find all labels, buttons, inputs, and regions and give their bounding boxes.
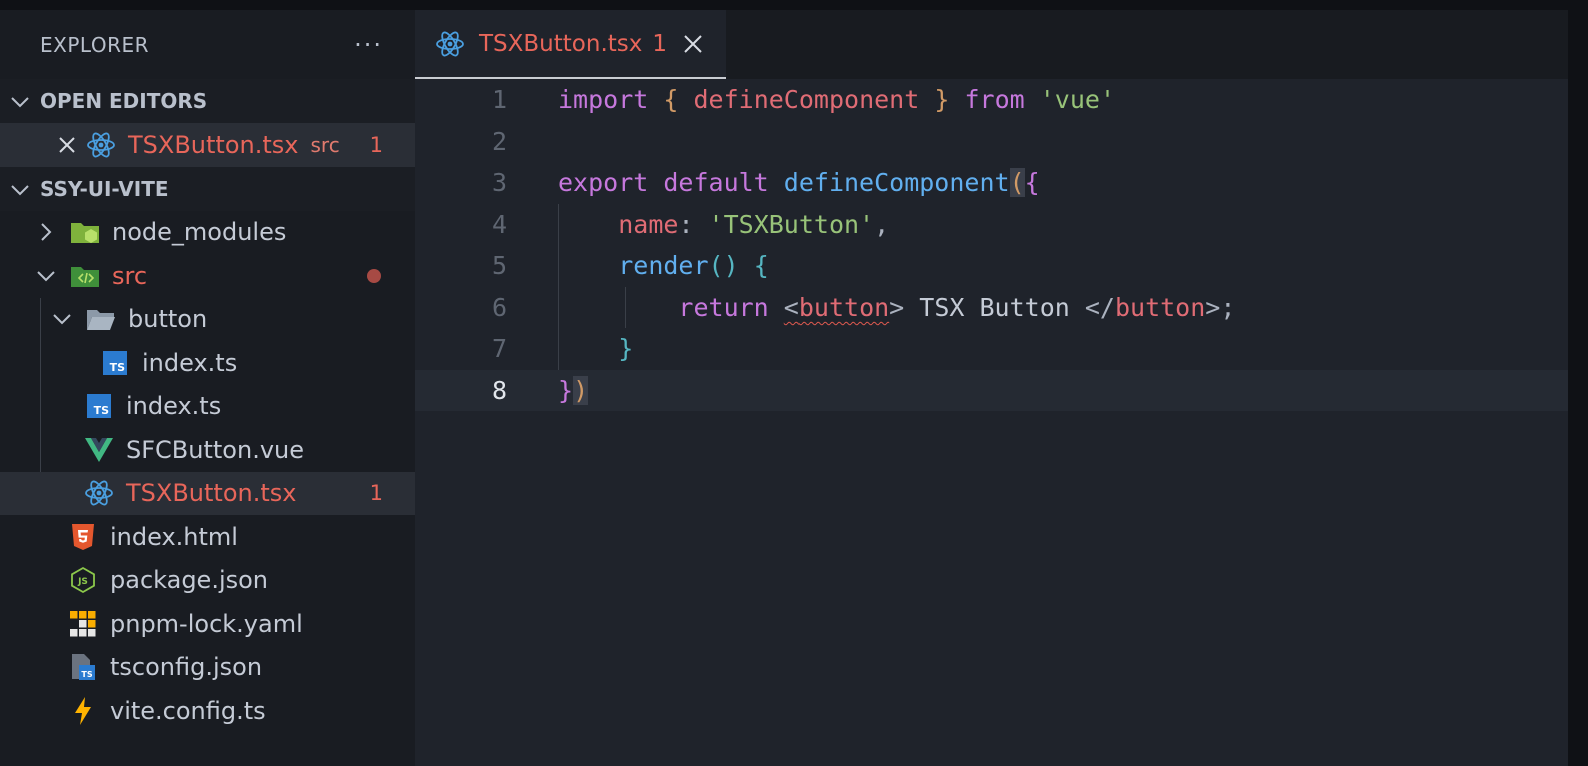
line-number: 1 <box>491 85 507 115</box>
line-number: 7 <box>491 334 507 364</box>
tree-item-label: index.html <box>110 522 238 551</box>
vue-icon <box>84 435 114 465</box>
tree-item-label: node_modules <box>112 218 287 247</box>
tree-item-label: SFCButton.vue <box>126 435 304 464</box>
src-children: button TS index.ts TS index.ts SFCButton… <box>0 297 415 515</box>
code-text: } <box>618 334 634 364</box>
line-number: 3 <box>491 168 507 198</box>
tree-item-index-ts[interactable]: TS index.ts <box>0 385 415 429</box>
vite-lightning-icon <box>68 696 98 726</box>
chevron-right-icon <box>32 222 60 242</box>
tree-item-package-json[interactable]: JS package.json <box>0 559 415 603</box>
tree-item-label: package.json <box>110 566 269 595</box>
tab-bar: TSXButton.tsx 1 <box>415 10 1568 79</box>
react-icon <box>84 478 114 508</box>
src-folder-icon <box>70 261 100 291</box>
code-line-5: 5 render() { <box>415 245 1568 287</box>
explorer-header: EXPLORER ··· <box>0 10 415 79</box>
react-icon <box>86 130 116 160</box>
open-folder-icon <box>86 304 116 334</box>
tree-item-pnpm-lock[interactable]: pnpm-lock.yaml <box>0 602 415 646</box>
project-label: SSY-UI-VITE <box>40 176 169 201</box>
tree-item-label: index.ts <box>126 392 222 421</box>
code-line-1: 1 import { defineComponent } from 'vue' <box>415 79 1568 121</box>
code-editor[interactable]: 1 import { defineComponent } from 'vue' … <box>415 79 1568 766</box>
tree-item-label: pnpm-lock.yaml <box>110 609 303 638</box>
code-text: import { defineComponent } from 'vue' <box>558 85 1116 115</box>
explorer-sidebar: EXPLORER ··· OPEN EDITORS TSXButton.tsx … <box>0 10 415 766</box>
chevron-down-icon <box>48 313 76 325</box>
problem-count-badge: 1 <box>369 132 383 157</box>
tree-item-label: TSXButton.tsx <box>126 479 297 508</box>
code-line-6: 6 return <button> TSX Button </button>; <box>415 287 1568 329</box>
open-editors-label: OPEN EDITORS <box>40 89 208 113</box>
tsconfig-icon: TS <box>68 652 98 682</box>
react-icon <box>435 29 465 59</box>
project-section-header[interactable]: SSY-UI-VITE <box>0 166 415 211</box>
line-number: 2 <box>491 126 507 156</box>
tree-item-button-folder[interactable]: button <box>0 298 415 342</box>
tree-item-label: src <box>112 261 148 290</box>
tree-item-tsxbutton-tsx[interactable]: TSXButton.tsx 1 <box>0 471 415 515</box>
html5-icon <box>68 522 98 552</box>
tree-item-vite-config[interactable]: vite.config.ts <box>0 689 415 733</box>
open-editor-folder: src <box>310 132 340 157</box>
tree-item-tsconfig-json[interactable]: TS tsconfig.json <box>0 646 415 690</box>
problem-count-badge: 1 <box>369 481 383 506</box>
vscode-window: EXPLORER ··· OPEN EDITORS TSXButton.tsx … <box>0 10 1568 766</box>
code-line-7: 7 } <box>415 328 1568 370</box>
svg-text:TS: TS <box>81 670 92 679</box>
code-text: return <button> TSX Button </button>; <box>678 292 1236 322</box>
line-number: 5 <box>491 251 507 281</box>
line-number: 4 <box>491 209 507 239</box>
code-line-4: 4 name: 'TSXButton', <box>415 204 1568 246</box>
code-line-8: 8 }) <box>415 369 1568 411</box>
pnpm-icon <box>68 609 98 639</box>
node-folder-icon <box>70 217 100 247</box>
svg-text:JS: JS <box>77 577 88 587</box>
tree-item-index-html[interactable]: index.html <box>0 515 415 559</box>
line-number: 8 <box>491 375 507 405</box>
explorer-title: EXPLORER <box>40 32 149 57</box>
tree-item-sfcbutton-vue[interactable]: SFCButton.vue <box>0 428 415 472</box>
tree-item-label: button <box>128 305 208 334</box>
open-editor-item[interactable]: TSXButton.tsx src 1 <box>0 123 415 167</box>
tree-item-node-modules[interactable]: node_modules <box>0 211 415 255</box>
chevron-down-icon <box>0 89 40 113</box>
tab-problem-badge: 1 <box>652 30 668 57</box>
close-icon[interactable] <box>52 130 82 160</box>
tree-item-label: vite.config.ts <box>110 696 266 725</box>
typescript-icon: TS <box>100 348 130 378</box>
editor-area: TSXButton.tsx 1 1 import { defineCompone… <box>415 10 1568 766</box>
code-text: }) <box>558 375 589 405</box>
chevron-down-icon <box>32 270 60 282</box>
code-text: export default defineComponent({ <box>558 168 1040 198</box>
typescript-icon: TS <box>84 391 114 421</box>
line-number: 6 <box>491 292 507 322</box>
tree-item-label: tsconfig.json <box>110 653 263 682</box>
more-actions-icon[interactable]: ··· <box>354 31 383 59</box>
open-editor-filename: TSXButton.tsx <box>128 130 299 159</box>
code-text: render() { <box>618 251 769 281</box>
modified-dot-icon <box>367 268 381 283</box>
tree-item-button-index-ts[interactable]: TS index.ts <box>0 341 415 385</box>
tree-item-src[interactable]: src <box>0 254 415 298</box>
tab-label: TSXButton.tsx <box>479 30 643 57</box>
tree-item-label: index.ts <box>142 348 238 377</box>
tab-tsxbutton[interactable]: TSXButton.tsx 1 <box>415 10 726 79</box>
code-line-3: 3 export default defineComponent({ <box>415 162 1568 204</box>
chevron-down-icon <box>0 177 40 201</box>
open-editors-section-header[interactable]: OPEN EDITORS <box>0 79 415 123</box>
code-text: name: 'TSXButton', <box>618 209 890 239</box>
code-line-2: 2 <box>415 121 1568 163</box>
nodejs-icon: JS <box>68 565 98 595</box>
close-icon[interactable] <box>683 34 703 54</box>
